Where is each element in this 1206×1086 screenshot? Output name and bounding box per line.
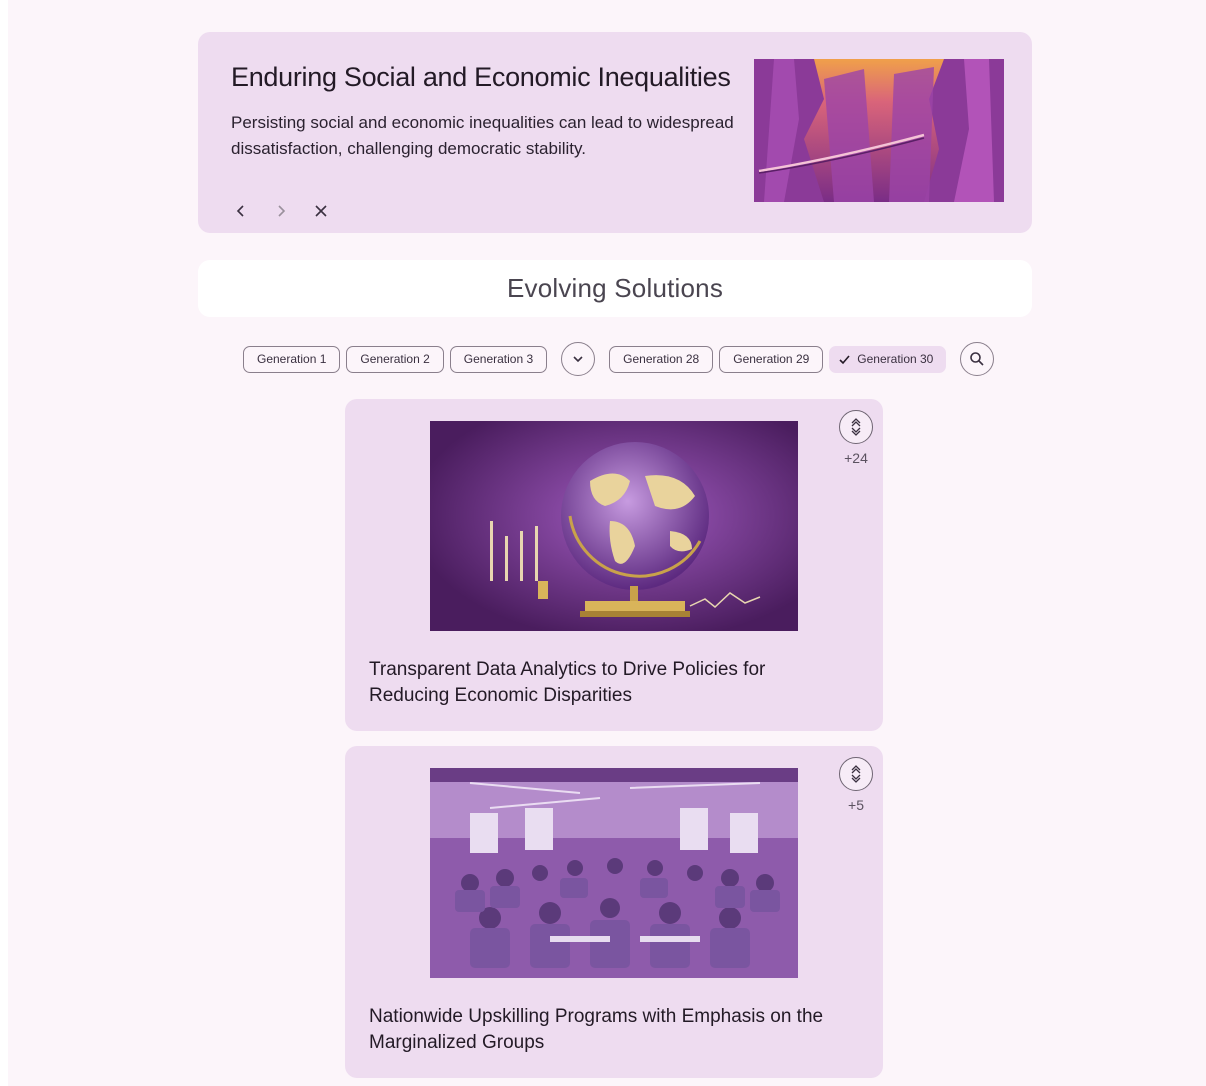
vote-arrows-icon [851,418,861,436]
solution-image [430,421,798,631]
vote-control: +24 [839,410,873,466]
close-icon [315,205,327,217]
close-button[interactable] [308,198,334,224]
check-icon [839,354,850,364]
solution-title: Transparent Data Analytics to Drive Poli… [369,659,766,706]
chevron-left-icon [236,205,244,217]
generation-filter: Generation 1 Generation 2 Generation 3 G… [243,341,995,377]
problem-banner: Enduring Social and Economic Inequalitie… [198,32,1032,233]
section-title: Evolving Solutions [506,273,724,303]
chip-generation-30[interactable]: Generation 30 [829,345,947,373]
vote-count: +24 [844,450,868,466]
next-button[interactable] [268,198,294,224]
problem-title: Enduring Social and Economic Inequalitie… [231,62,731,92]
expand-generations-button[interactable] [561,342,596,376]
section-header: Evolving Solutions [198,260,1032,317]
chevron-down-icon [573,356,583,363]
chip-generation-28[interactable]: Generation 28 [609,345,714,373]
previous-button[interactable] [228,198,254,224]
search-icon [970,352,984,366]
chip-generation-1[interactable]: Generation 1 [243,345,341,373]
vote-arrows-icon [851,765,861,783]
solution-title: Nationwide Upskilling Programs with Emph… [369,1006,824,1053]
vote-button[interactable] [839,757,873,791]
chevron-right-icon [278,205,286,217]
solution-card[interactable]: Nationwide Upskilling Programs with Emph… [345,746,883,1078]
problem-description: Persisting social and economic inequalit… [231,113,734,158]
page: Enduring Social and Economic Inequalitie… [8,0,1206,1086]
solution-card[interactable]: Transparent Data Analytics to Drive Poli… [345,399,883,731]
chip-generation-2[interactable]: Generation 2 [346,345,444,373]
problem-illustration [754,59,1004,202]
solution-image [430,768,798,978]
chip-generation-29[interactable]: Generation 29 [719,345,824,373]
vote-count: +5 [848,797,864,813]
vote-button[interactable] [839,410,873,444]
chip-label: Generation 30 [857,352,934,366]
search-button[interactable] [960,342,995,376]
banner-navigation [228,198,334,224]
chip-generation-3[interactable]: Generation 3 [449,345,548,373]
vote-control: +5 [839,757,873,813]
